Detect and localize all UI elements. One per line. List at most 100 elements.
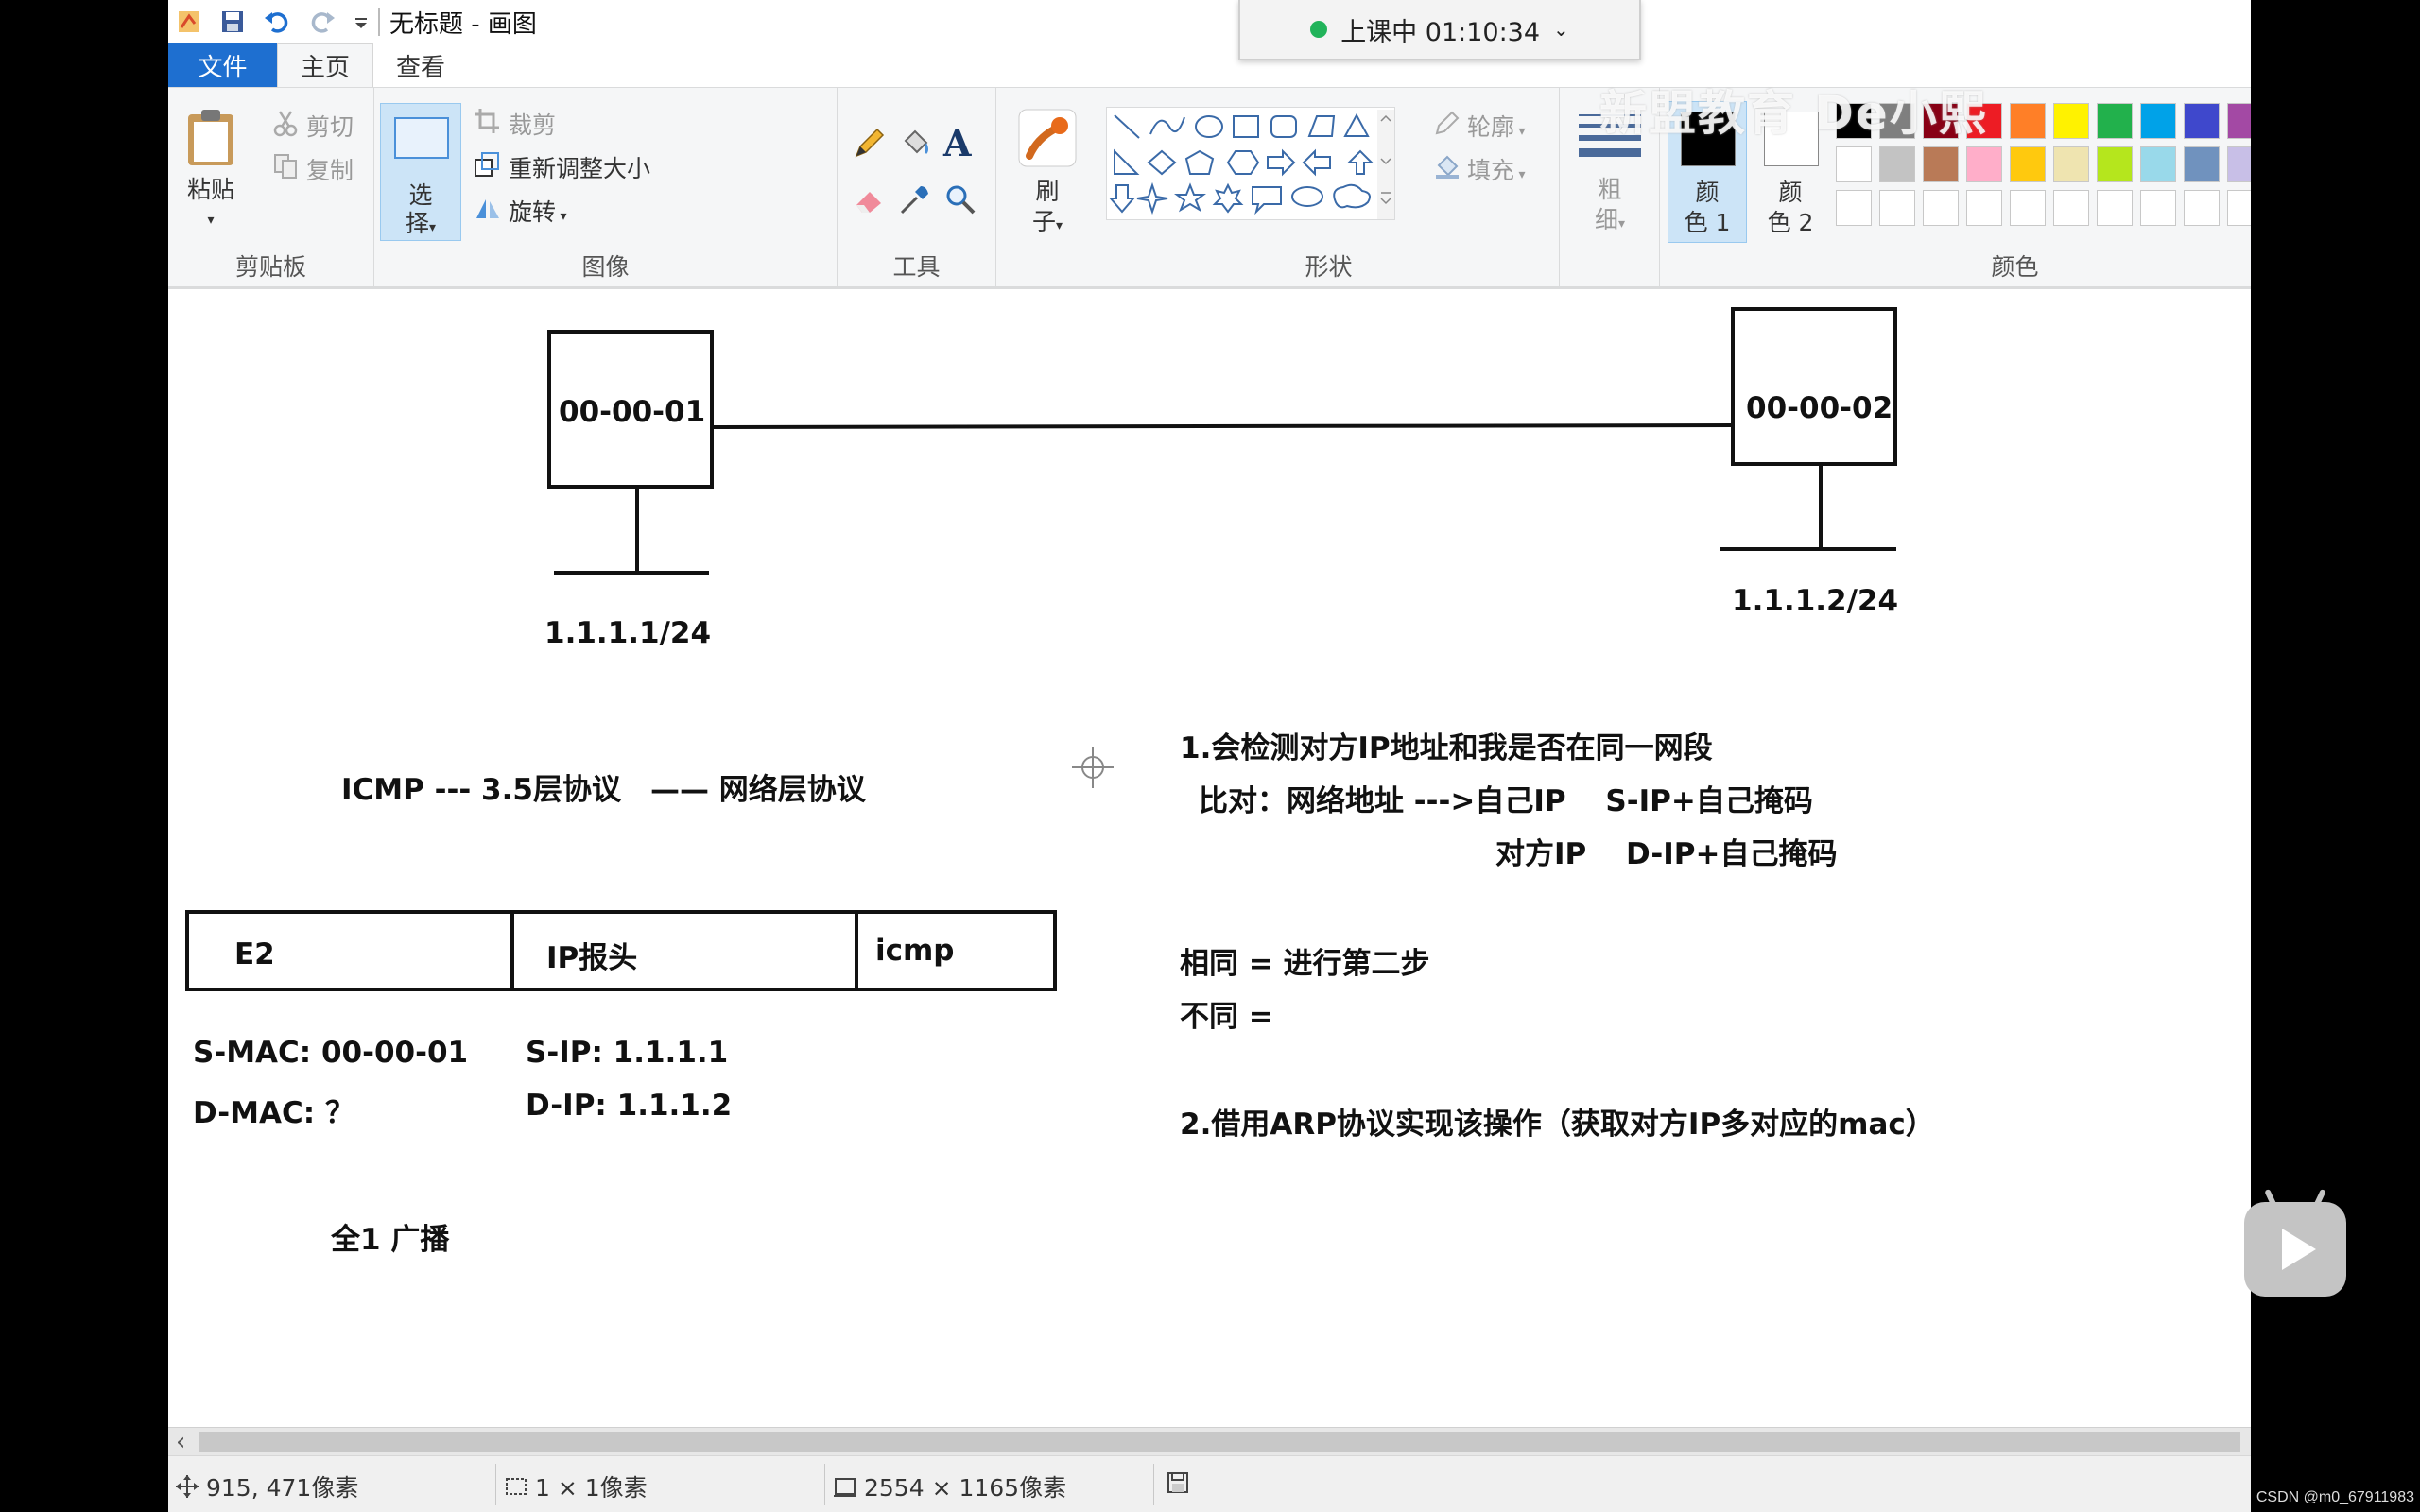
palette-swatch[interactable] [2010, 146, 2046, 182]
select-rect-icon [394, 117, 449, 159]
chevron-down-icon[interactable]: ⌄ [1553, 18, 1569, 41]
palette-swatch[interactable] [1923, 190, 1959, 226]
palette-swatch[interactable] [1836, 190, 1872, 226]
brushes-dropdown-icon: ▾ [1055, 218, 1063, 233]
group-brushes: 刷 子▾ [996, 88, 1098, 290]
video-player-button[interactable] [2244, 1188, 2346, 1297]
host1-mac-label: 00-00-01 [559, 395, 706, 429]
resize-button[interactable]: 重新调整大小 [509, 150, 650, 184]
palette-swatch[interactable] [2184, 103, 2220, 139]
undo-icon[interactable] [263, 9, 291, 35]
cursor-position-icon [176, 1475, 199, 1498]
palette-swatch[interactable] [2140, 190, 2176, 226]
select-button[interactable]: 选 择▾ [380, 103, 461, 241]
rotate-icon [476, 199, 499, 218]
palette-swatch[interactable] [2097, 146, 2133, 182]
fill-label: 填充 [1467, 157, 1515, 184]
outline-icon [1435, 111, 1460, 135]
icmp-protocol-note: ICMP --- 3.5层协议 —— 网络层协议 [341, 773, 866, 807]
fill-dropdown-icon: ▾ [1514, 167, 1526, 182]
paint-window: 无标题 - 画图 文件 主页 查看 粘贴 ▾ 剪切 复制 剪贴板 图像 选 择▾… [168, 0, 2251, 1512]
save-icon[interactable] [219, 9, 246, 35]
palette-swatch[interactable] [2227, 146, 2251, 182]
size-label-2: 细 [1594, 206, 1618, 233]
class-status-text: 上课中 01:10:34 [1340, 17, 1541, 47]
palette-swatch[interactable] [2053, 146, 2089, 182]
window-title: 无标题 - 画图 [389, 9, 537, 39]
palette-swatch[interactable] [2140, 103, 2176, 139]
palette-swatch[interactable] [2184, 190, 2220, 226]
palette-swatch[interactable] [1966, 190, 2002, 226]
tab-file[interactable]: 文件 [168, 43, 277, 87]
palette-swatch[interactable] [1836, 146, 1872, 182]
palette-swatch[interactable] [2053, 103, 2089, 139]
cursor-position: 915, 471像素 [206, 1474, 359, 1502]
scroll-thumb[interactable] [199, 1432, 2240, 1452]
class-status-widget[interactable]: 上课中 01:10:34 ⌄ [1238, 0, 1641, 60]
same-result-text: 相同 = 进行第二步 [1180, 947, 1430, 981]
dest-ip-text: D-IP: 1.1.1.2 [526, 1089, 733, 1123]
palette-swatch[interactable] [2227, 103, 2251, 139]
palette-swatch[interactable] [2097, 190, 2133, 226]
eraser-icon[interactable] [853, 182, 887, 216]
broadcast-note: 全1 广播 [331, 1223, 450, 1257]
paint-app-icon [179, 11, 199, 32]
host1-ip-label: 1.1.1.1/24 [544, 616, 712, 650]
palette-swatch[interactable] [2184, 146, 2220, 182]
rotate-label: 旋转 [509, 198, 557, 226]
color2-label-1: 颜 [1778, 179, 1803, 206]
drawing-canvas[interactable]: 00-00-01 00-00-02 1.1.1.1/24 1.1.1.2/24 … [168, 289, 2251, 1427]
select-dropdown-icon: ▾ [428, 220, 437, 235]
palette-swatch[interactable] [2053, 190, 2089, 226]
redo-icon[interactable] [308, 9, 337, 35]
frame-ip-header-label: IP报头 [546, 941, 638, 975]
magnifier-icon[interactable] [943, 182, 977, 216]
color-picker-icon[interactable] [898, 182, 932, 216]
shapes-gallery[interactable] [1106, 107, 1395, 220]
host2-ip-label: 1.1.1.2/24 [1732, 584, 1899, 618]
fill-bucket-icon[interactable] [898, 126, 932, 160]
palette-swatch[interactable] [1966, 146, 2002, 182]
palette-swatch[interactable] [2010, 190, 2046, 226]
palette-swatch[interactable] [1879, 146, 1915, 182]
color1-label-2: 色 1 [1684, 209, 1731, 236]
outline-button[interactable]: 轮廓 ▾ [1467, 109, 1526, 143]
play-button-ear-right [2311, 1188, 2326, 1212]
rotate-button[interactable]: 旋转 ▾ [509, 194, 567, 228]
csdn-credit: CSDN @m0_67911983 [2256, 1489, 2414, 1505]
status-separator [824, 1464, 825, 1505]
fill-button[interactable]: 填充 ▾ [1467, 152, 1526, 186]
crosshair-cursor-icon [1072, 747, 1114, 788]
palette-swatch[interactable] [1923, 146, 1959, 182]
copy-button[interactable]: 复制 [306, 152, 354, 186]
tab-view[interactable]: 查看 [373, 43, 468, 87]
palette-swatch[interactable] [2097, 103, 2133, 139]
text-tool-icon[interactable]: A [943, 122, 971, 164]
crop-button[interactable]: 裁剪 [509, 107, 556, 141]
step2-text: 2.借用ARP协议实现该操作（获取对方IP多对应的mac） [1180, 1108, 1935, 1142]
palette-swatch[interactable] [2227, 190, 2251, 226]
quick-access-toolbar [168, 9, 369, 35]
horizontal-scrollbar[interactable]: ‹ [168, 1427, 2251, 1456]
image-group-label: 图像 [581, 253, 630, 281]
customize-dropdown-icon[interactable] [354, 9, 369, 35]
palette-swatch[interactable] [1879, 190, 1915, 226]
palette-swatch[interactable] [2140, 146, 2176, 182]
status-separator [495, 1464, 496, 1505]
brushes-label-2: 子 [1031, 208, 1056, 235]
tab-home[interactable]: 主页 [277, 43, 374, 87]
network-drawing [185, 307, 1897, 991]
play-icon [2282, 1228, 2316, 1270]
brush-icon [1018, 109, 1077, 167]
scroll-left-icon[interactable]: ‹ [176, 1428, 185, 1456]
paste-button[interactable]: 粘贴 ▾ [176, 107, 246, 235]
brushes-button[interactable]: 刷 子▾ [1010, 107, 1085, 241]
host2-mac-label: 00-00-02 [1746, 391, 1893, 425]
shapes-group-label: 形状 [1305, 253, 1353, 281]
color2-label-2: 色 2 [1767, 209, 1814, 236]
crop-icon [475, 109, 499, 133]
palette-swatch[interactable] [2010, 103, 2046, 139]
pencil-icon[interactable] [853, 126, 887, 160]
cut-button[interactable]: 剪切 [306, 109, 354, 143]
play-button-ear-left [2264, 1188, 2279, 1212]
